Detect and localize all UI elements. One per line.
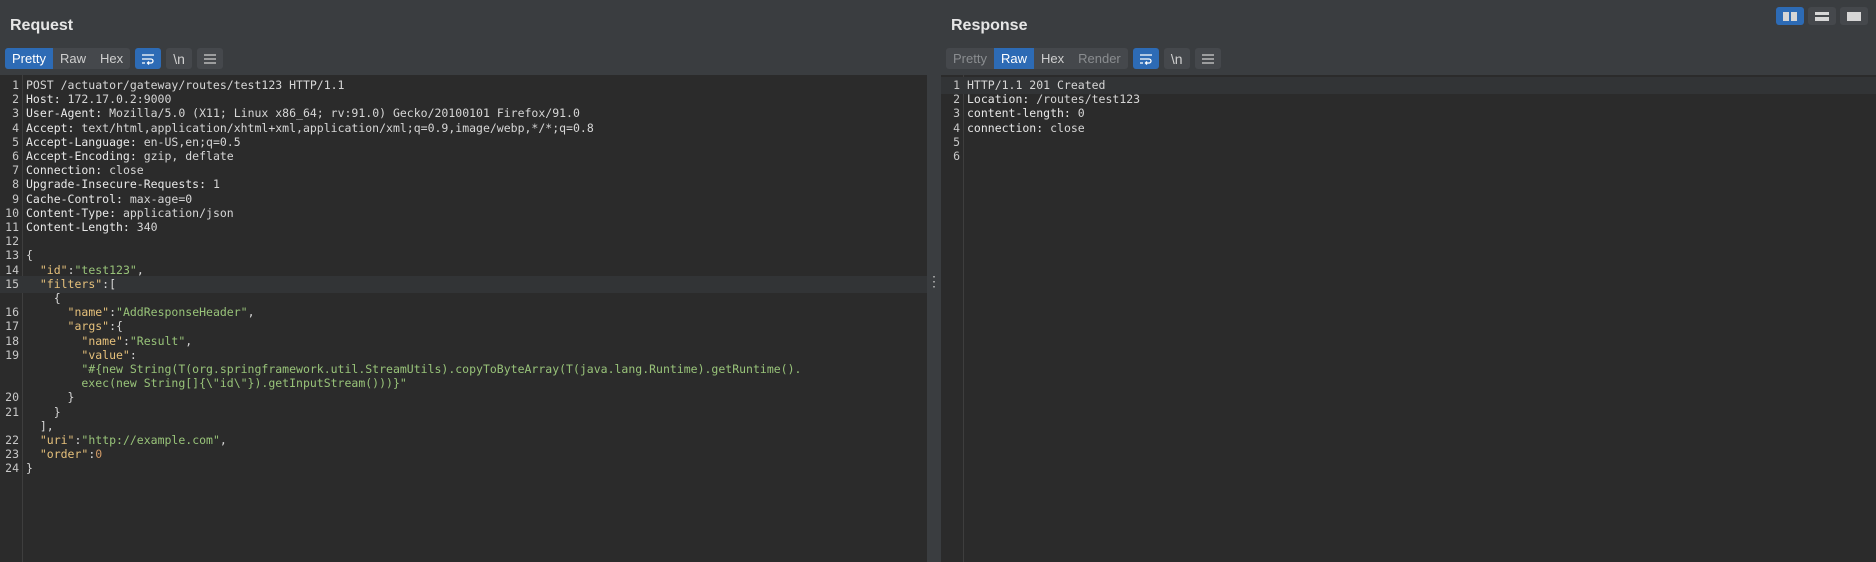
code-line[interactable]: 6 — [941, 148, 1876, 165]
wrap-lines-button[interactable] — [1132, 48, 1159, 69]
newline-button[interactable]: \n — [1163, 48, 1190, 69]
menu-icon — [1201, 53, 1214, 64]
layout-side-by-side-button[interactable] — [1776, 7, 1804, 25]
single-pane-icon — [1847, 11, 1861, 21]
newline-icon: \n — [1170, 50, 1183, 67]
menu-button[interactable] — [197, 48, 224, 69]
drag-handle-icon: ⋮ — [927, 273, 941, 289]
menu-icon — [204, 53, 217, 64]
tab-render[interactable]: Render — [1071, 48, 1128, 69]
response-editor[interactable]: 1 HTTP/1.1 201 Created 2 Location: /routes/… — [941, 75, 1876, 562]
newline-button[interactable]: \n — [166, 48, 193, 69]
request-toolbar: Pretty Raw Hex \n — [5, 48, 224, 69]
response-title: Response — [951, 17, 1028, 34]
line-number: 24 — [5, 461, 19, 476]
response-pane: Response Pretty Raw Hex Render \n 1 HTTP/… — [941, 0, 1876, 562]
request-view-tabs: Pretty Raw Hex — [5, 48, 131, 69]
request-title: Request — [10, 17, 74, 34]
tab-raw[interactable]: Raw — [53, 48, 93, 69]
menu-button[interactable] — [1194, 48, 1221, 69]
wrap-lines-button[interactable] — [135, 48, 162, 69]
response-view-tabs: Pretty Raw Hex Render — [946, 48, 1128, 69]
request-pane: Request Pretty Raw Hex \n 1 POST /actuato… — [0, 0, 927, 562]
tab-hex[interactable]: Hex — [1034, 48, 1071, 69]
tab-hex[interactable]: Hex — [93, 48, 130, 69]
pane-divider[interactable]: ⋮ — [927, 0, 941, 562]
tab-pretty[interactable]: Pretty — [946, 48, 994, 69]
layout-tabs-button[interactable] — [1840, 7, 1868, 25]
layout-switcher — [1776, 7, 1868, 25]
line-text: } — [26, 461, 33, 476]
line-number: 6 — [953, 149, 960, 163]
columns-icon — [1783, 11, 1797, 21]
request-editor[interactable]: 1 POST /actuator/gateway/routes/test123 H… — [0, 75, 927, 562]
newline-icon: \n — [173, 50, 185, 67]
response-toolbar: Pretty Raw Hex Render \n — [946, 48, 1221, 69]
wrap-lines-icon — [142, 53, 155, 65]
rows-icon — [1815, 11, 1829, 21]
tab-raw[interactable]: Raw — [993, 48, 1034, 69]
layout-stacked-button[interactable] — [1808, 7, 1836, 25]
wrap-lines-icon — [1139, 53, 1152, 65]
tab-pretty[interactable]: Pretty — [5, 48, 53, 69]
code-line[interactable]: 24} — [0, 460, 927, 477]
